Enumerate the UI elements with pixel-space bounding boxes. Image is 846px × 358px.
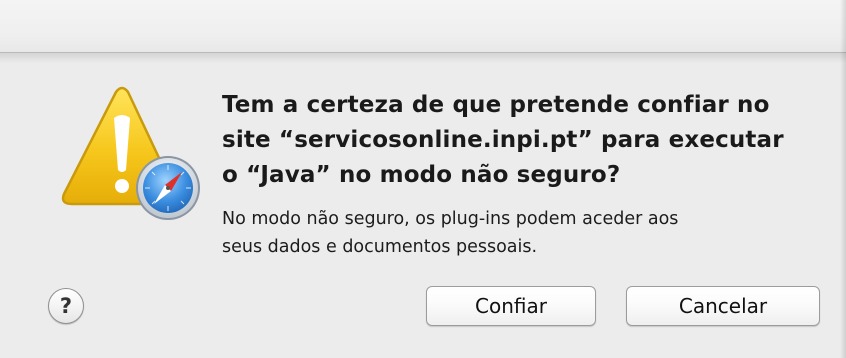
confirm-button[interactable]: Confiar [426, 286, 596, 326]
window-edge-shadow [840, 0, 846, 358]
warning-icon [56, 84, 206, 224]
safari-compass-icon [136, 156, 200, 220]
warning-triangle-icon [61, 86, 200, 220]
title-bar-shadow [0, 53, 846, 63]
window-title-bar [0, 0, 846, 53]
cancel-button[interactable]: Cancelar [626, 286, 820, 326]
help-icon: ? [59, 293, 73, 318]
help-button[interactable]: ? [48, 288, 84, 324]
screen: Tem a certeza de que pretende confiar no… [0, 0, 846, 358]
dialog-title: Tem a certeza de que pretende confiar no… [222, 92, 784, 188]
dialog-message: No modo não seguro, os plug-ins podem ac… [222, 209, 679, 257]
